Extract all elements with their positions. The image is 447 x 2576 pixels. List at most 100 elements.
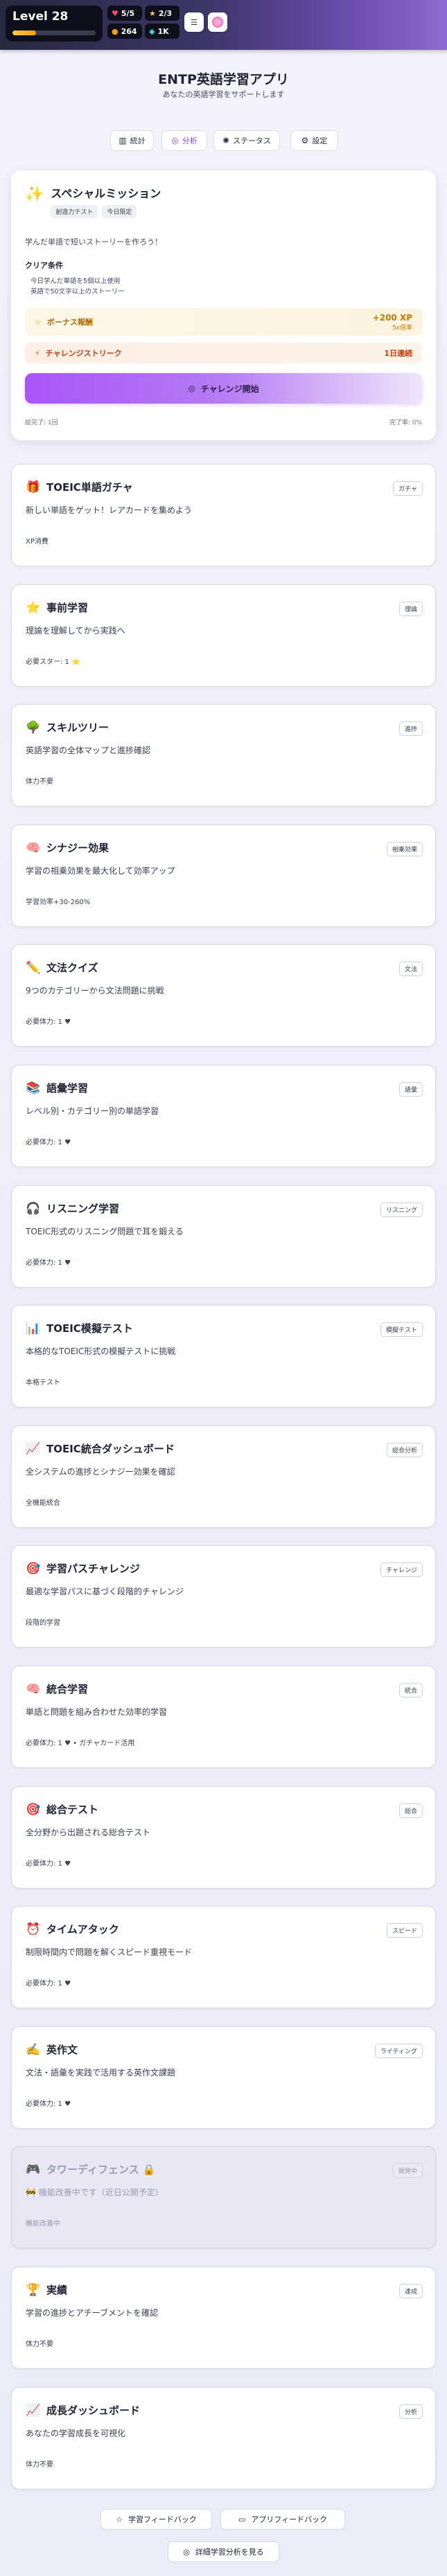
feature-title: 英作文 [46, 2044, 78, 2056]
star-icon: ★ [149, 8, 156, 18]
feature-title: 総合テスト [46, 1803, 99, 1816]
feature-card[interactable]: 🎧 リスニング学習 リスニング TOEIC形式のリスニング問題で耳を鍛える 必要体力: … [11, 1185, 436, 1288]
message-icon: ▭ [238, 2514, 246, 2524]
feature-description: 🚧 機能改善中です（近日公開予定） [26, 2188, 164, 2197]
app-feedback-label: アプリフィードバック [251, 2515, 328, 2524]
feature-card[interactable]: 🎯 総合テスト 総合 全分野から出題される総合テスト 必要体力: 1 ♥ [11, 1786, 436, 1889]
feature-card[interactable]: 📚 語彙学習 語彙 レベル別・カテゴリー別の単語学習 必要体力: 1 ♥ [11, 1065, 436, 1167]
feature-badge: 進捗 [398, 721, 423, 736]
feature-description: 学習の相乗効果を最大化して効率アップ [26, 866, 175, 876]
feature-card[interactable]: 🏆 実績 達成 学習の進捗とアチーブメントを確認 体力不要 [11, 2267, 436, 2369]
target-icon: ◎ [183, 2547, 190, 2557]
app-feedback-button[interactable]: ▭ アプリフィードバック [220, 2509, 345, 2530]
avatar-icon [212, 17, 223, 28]
feature-description: TOEIC形式のリスニング問題で耳を鍛える [26, 1227, 184, 1236]
feature-card[interactable]: ⭐ 事前学習 理論 理論を理解してから実践へ 必要スター: 1 ⭐ [11, 584, 436, 687]
feature-badge: 総合 [398, 1803, 423, 1818]
gems-stat[interactable]: ◆ 1K [145, 24, 179, 39]
page-subtitle: あなたの英語学習をサポートします [162, 90, 285, 99]
feature-icon: 🎮 [26, 2162, 41, 2177]
feature-title: 成長ダッシュボード [46, 2404, 141, 2417]
feature-title: スキルツリー [46, 721, 109, 734]
feature-card[interactable]: 🎁 TOEIC単語ガチャ ガチャ 新しい単語をゲット！レアカードを集めよう XP消費 [11, 464, 436, 566]
feature-requirement: 必要スター: 1 ⭐ [26, 658, 80, 666]
bonus-label: ボーナス報酬 [46, 318, 93, 327]
learning-feedback-label: 学習フィードバック [128, 2515, 197, 2524]
menu-button[interactable]: ☰ [184, 12, 204, 32]
learning-feedback-button[interactable]: ☆ 学習フィードバック [100, 2509, 212, 2530]
completed-count: 総完了: 1回 [25, 420, 58, 426]
level-panel[interactable]: Level 28 [6, 6, 103, 42]
target-icon: ◎ [188, 384, 195, 393]
feature-badge: 総合分析 [386, 1443, 423, 1457]
status-icon: ✺ [222, 136, 230, 145]
feature-description: 単語と問題を組み合わせた効率的学習 [26, 1707, 168, 1717]
special-mission-card: ✨ スペシャルミッション 創造力テスト 今日限定 学んだ単語で短いストーリーを作… [11, 170, 436, 440]
condition-item: 今日学んだ単語を5個以上使用 [30, 278, 121, 285]
feature-card[interactable]: 🧠 統合学習 統合 単語と問題を組み合わせた効率的学習 必要体力: 1 ♥ • ガチャカ… [11, 1666, 436, 1768]
feature-description: あなたの学習成長を可視化 [26, 2429, 126, 2438]
feature-title: タワーディフェンス 🔒 [46, 2163, 156, 2176]
feature-card[interactable]: 📈 TOEIC統合ダッシュボード 総合分析 全システムの進捗とシナジー効果を確認 全機能… [11, 1425, 436, 1528]
feature-badge: 分析 [398, 2404, 423, 2419]
feature-requirement: 必要体力: 1 ♥ [26, 1259, 71, 1267]
feature-requirement: 段階的学習 [26, 1619, 60, 1627]
feature-card[interactable]: ⏰ タイムアタック スピード 制限時間内で問題を解くスピード重視モード 必要体力: 1 … [11, 1906, 436, 2008]
feature-description: 全分野から出題される総合テスト [26, 1828, 151, 1837]
feature-card[interactable]: 📈 成長ダッシュボード 分析 あなたの学習成長を可視化 体力不要 [11, 2387, 436, 2489]
feature-requirement: 体力不要 [26, 778, 53, 786]
feature-requirement: 本格テスト [26, 1379, 60, 1387]
mission-title: スペシャルミッション [51, 187, 161, 200]
nav-settings-button[interactable]: ⚙ 設定 [290, 130, 338, 151]
feature-card[interactable]: 🧠 シナジー効果 相乗効果 学習の相乗効果を最大化して効率アップ 学習効率+30-260… [11, 825, 436, 927]
nav-stats-button[interactable]: ▥ 統計 [110, 130, 154, 151]
xp-progress-bar [12, 30, 96, 35]
feature-description: 最適な学習パスに基づく段階的チャレンジ [26, 1587, 184, 1596]
mission-tag: 今日限定 [102, 205, 137, 218]
feature-icon: 🎯 [26, 1561, 41, 1576]
feature-description: 学習の進捗とアチーブメントを確認 [26, 2308, 159, 2318]
feature-description: レベル別・カテゴリー別の単語学習 [26, 1106, 159, 1116]
level-label: Level 28 [12, 10, 69, 24]
nav-settings-label: 設定 [312, 136, 328, 145]
feature-title: 実績 [46, 2284, 68, 2296]
stars-value: 2/3 [158, 8, 173, 18]
bonus-xp: +200 XP [372, 312, 412, 323]
feature-badge: 開発中 [392, 2163, 423, 2178]
hearts-stat[interactable]: ♥ 5/5 [107, 6, 142, 21]
feature-card[interactable]: 🎯 学習パスチャレンジ チャレンジ 最適な学習パスに基づく段階的チャレンジ 段階的学習 [11, 1545, 436, 1648]
xp-progress-fill [12, 30, 36, 35]
nav-status-label: ステータス [233, 136, 272, 145]
app-root: Level 28 ♥ 5/5 ★ 2/3 ● 264 ◆ 1K ☰ ENTP英語… [0, 0, 447, 2576]
feature-card[interactable]: ✏️ 文法クイズ 文法 9つのカテゴリーから文法問題に挑戦 必要体力: 1 ♥ [11, 944, 436, 1047]
feature-title: リスニング学習 [46, 1203, 120, 1215]
nav-status-button[interactable]: ✺ ステータス [213, 130, 280, 151]
profile-button[interactable] [208, 12, 227, 32]
feature-description: 9つのカテゴリーから文法問題に挑戦 [26, 986, 164, 996]
feature-badge: リスニング [380, 1203, 423, 1217]
detail-analysis-button[interactable]: ◎ 詳細学習分析を見る [168, 2541, 279, 2562]
feature-requirement: 必要体力: 1 ♥ [26, 1860, 71, 1868]
mission-description: 学んだ単語で短いストーリーを作ろう！ [25, 237, 162, 246]
coin-icon: ● [112, 26, 119, 36]
nav-analysis-button[interactable]: ◎ 分析 [161, 130, 207, 151]
bonus-multiplier: 5x倍率 [392, 324, 412, 332]
feature-title: 事前学習 [46, 602, 89, 614]
completion-rate: 完了率: 0% [389, 420, 422, 426]
feature-requirement: 学習効率+30-260% [26, 899, 91, 906]
coins-stat[interactable]: ● 264 [107, 24, 142, 39]
feature-title: TOEIC模擬テスト [46, 1322, 133, 1335]
feature-requirement: 必要体力: 1 ♥ [26, 1980, 71, 1988]
start-challenge-button[interactable]: ◎ チャレンジ開始 [25, 373, 422, 404]
feature-card[interactable]: 🌳 スキルツリー 進捗 英語学習の全体マップと進捗確認 体力不要 [11, 704, 436, 807]
feature-description: 理論を理解してから実践へ [26, 626, 125, 636]
nav-stats-label: 統計 [130, 136, 146, 145]
feature-title: TOEIC統合ダッシュボード [46, 1443, 175, 1455]
feature-card[interactable]: ✍️ 英作文 ライティング 文法・語彙を実践で活用する英作文課題 必要体力: 1 ♥ [11, 2026, 436, 2129]
start-challenge-label: チャレンジ開始 [200, 384, 259, 394]
feature-card[interactable]: 📊 TOEIC模擬テスト 模擬テスト 本格的なTOEIC形式の模擬テストに挑戦 本格テス… [11, 1305, 436, 1407]
feature-requirement: 機能改善中 [26, 2220, 60, 2228]
stars-stat[interactable]: ★ 2/3 [145, 6, 179, 21]
feature-requirement: 必要体力: 1 ♥ [26, 1018, 71, 1026]
feature-icon: ⭐ [26, 600, 41, 615]
